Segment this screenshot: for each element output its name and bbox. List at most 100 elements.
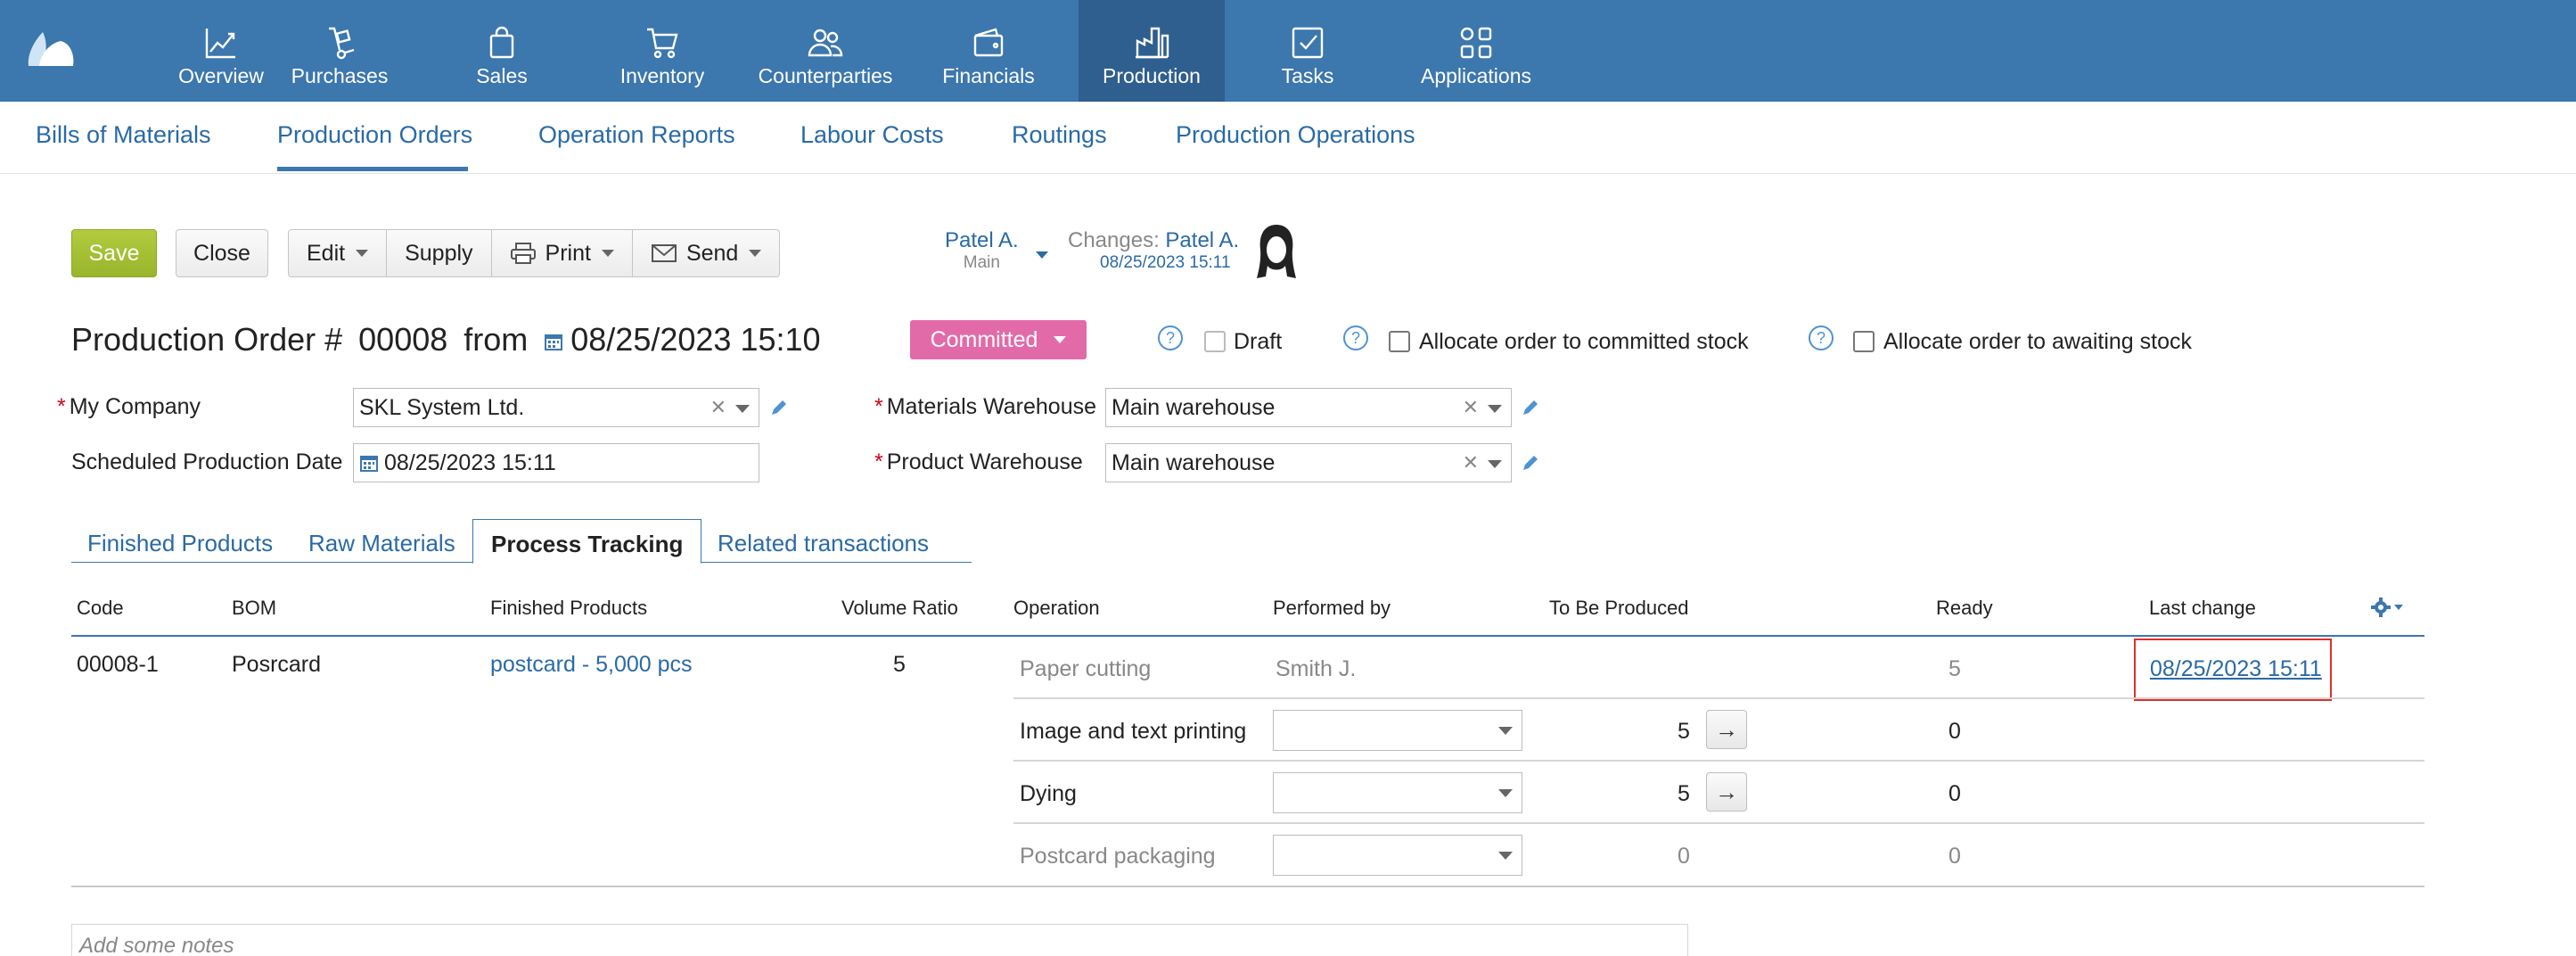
send-label: Send: [685, 240, 739, 266]
chevron-down-icon: [356, 250, 369, 257]
clear-icon[interactable]: ✕: [710, 396, 726, 419]
product-warehouse-select[interactable]: Main warehouse ✕: [1105, 443, 1512, 482]
column-header-finished-products[interactable]: Finished Products: [490, 597, 647, 620]
column-header-ready[interactable]: Ready: [1936, 597, 1993, 620]
edit-button[interactable]: Edit: [289, 230, 388, 276]
title-label: Production Order #: [71, 321, 343, 358]
chevron-down-icon[interactable]: [1488, 405, 1502, 413]
subnav-production-operations[interactable]: Production Operations: [1176, 121, 1415, 149]
subnav-labour-costs[interactable]: Labour Costs: [800, 121, 944, 149]
status-dropdown[interactable]: Committed: [910, 320, 1087, 359]
user-department: Main: [963, 253, 1000, 272]
chevron-down-icon[interactable]: [735, 405, 750, 413]
help-icon[interactable]: ?: [1158, 326, 1183, 350]
column-header-performed-by[interactable]: Performed by: [1273, 597, 1391, 620]
send-button[interactable]: Send: [633, 230, 779, 276]
pencil-icon[interactable]: [1521, 453, 1540, 473]
allocate-committed-checkbox[interactable]: [1389, 331, 1410, 352]
calendar-icon[interactable]: [359, 453, 379, 473]
tab-process-tracking[interactable]: Process Tracking: [472, 519, 702, 564]
allocate-awaiting-label: Allocate order to awaiting stock: [1883, 329, 2193, 354]
changes-user[interactable]: Patel A.: [1165, 228, 1239, 252]
cart-icon: [647, 28, 678, 59]
column-header-bom[interactable]: BOM: [232, 597, 276, 620]
order-number[interactable]: 00008: [358, 321, 447, 358]
nav-purchases[interactable]: Purchases: [285, 0, 394, 102]
nav-sales[interactable]: Sales: [446, 0, 558, 102]
performer-select[interactable]: [1273, 772, 1522, 813]
subnav-routings[interactable]: Routings: [1012, 121, 1107, 149]
pencil-icon[interactable]: [1521, 398, 1540, 417]
order-date[interactable]: 08/25/2023 15:10: [570, 321, 820, 358]
nav-tasks[interactable]: Tasks: [1251, 0, 1364, 102]
materials-warehouse-select[interactable]: Main warehouse ✕: [1105, 388, 1512, 427]
from-label: from: [464, 321, 529, 358]
column-header-code[interactable]: Code: [77, 597, 124, 620]
responsible-user[interactable]: Patel A. Main: [945, 228, 1019, 273]
column-header-last-change[interactable]: Last change: [2149, 597, 2256, 620]
notes-input[interactable]: Add some notes: [71, 924, 1688, 956]
performer-select[interactable]: [1273, 835, 1522, 876]
subnav-bills-of-materials[interactable]: Bills of Materials: [36, 121, 211, 149]
action-button-group: Edit Supply Print Send: [288, 229, 781, 277]
company-label: * My Company: [57, 394, 201, 419]
clear-icon[interactable]: ✕: [1463, 451, 1479, 474]
page-title: Production Order # 00008 from 08/25/2023 15…: [71, 321, 821, 358]
order-bom: Posrcard: [232, 652, 322, 677]
changes-info: Changes: Patel A. 08/25/2023 15:11: [1068, 228, 1239, 273]
column-header-volume-ratio[interactable]: Volume Ratio: [841, 597, 958, 620]
subnav-production-orders[interactable]: Production Orders: [277, 121, 472, 149]
draft-checkbox[interactable]: [1204, 331, 1226, 352]
calendar-icon[interactable]: [544, 332, 563, 351]
app-logo-icon[interactable]: [25, 27, 77, 70]
transfer-arrow-button[interactable]: →: [1706, 772, 1747, 812]
close-button[interactable]: Close: [176, 229, 268, 277]
nav-applications[interactable]: Applications: [1405, 0, 1547, 102]
nav-financials[interactable]: Financials: [932, 0, 1045, 102]
nav-overview[interactable]: Overview: [134, 0, 308, 102]
last-change-link[interactable]: 08/25/2023 15:11: [2150, 656, 2322, 682]
nav-production[interactable]: Production: [1079, 0, 1225, 102]
help-icon[interactable]: ?: [1343, 326, 1368, 350]
changes-prefix: Changes:: [1068, 228, 1160, 252]
operation-to-produce: 5: [1678, 719, 1690, 744]
nav-counterparties[interactable]: Counterparties: [758, 0, 893, 102]
transfer-arrow-button[interactable]: →: [1706, 710, 1747, 749]
chevron-down-icon: [1498, 727, 1513, 735]
materials-warehouse-value: Main warehouse: [1112, 394, 1276, 420]
tab-related-transactions[interactable]: Related transactions: [718, 526, 929, 563]
print-button[interactable]: Print: [492, 230, 633, 276]
user-name: Patel A.: [945, 228, 1019, 252]
help-icon[interactable]: ?: [1809, 326, 1834, 350]
company-select[interactable]: SKL System Ltd. ✕: [353, 388, 759, 427]
nav-inventory[interactable]: Inventory: [606, 0, 718, 102]
table-bottom-border: [71, 886, 2424, 887]
tab-finished-products[interactable]: Finished Products: [87, 526, 273, 563]
save-button[interactable]: Save: [71, 229, 157, 277]
gear-icon[interactable]: [2371, 598, 2405, 617]
chevron-down-icon[interactable]: [1488, 460, 1502, 468]
active-subnav-indicator: [277, 167, 468, 171]
row-divider: [1013, 760, 2424, 762]
operation-ready: 0: [1948, 781, 1961, 806]
factory-icon: [1136, 27, 1169, 59]
operation-name: Postcard packaging: [1020, 844, 1216, 869]
scheduled-date-input[interactable]: 08/25/2023 15:11: [353, 443, 759, 482]
subnav-operation-reports[interactable]: Operation Reports: [538, 121, 735, 149]
user-chevron-down-icon[interactable]: [1036, 251, 1048, 259]
envelope-icon: [651, 244, 677, 262]
column-header-operation[interactable]: Operation: [1013, 597, 1100, 620]
column-header-to-be-produced[interactable]: To Be Produced: [1549, 597, 1689, 620]
allocate-awaiting-checkbox[interactable]: [1853, 331, 1875, 352]
operation-performer: Smith J.: [1276, 656, 1357, 681]
clear-icon[interactable]: ✕: [1463, 396, 1479, 419]
pencil-icon[interactable]: [769, 398, 789, 417]
operation-name: Paper cutting: [1020, 656, 1152, 681]
chevron-down-icon: [749, 250, 762, 257]
order-finished-products-link[interactable]: postcard - 5,000 pcs: [490, 652, 693, 678]
tab-raw-materials[interactable]: Raw Materials: [308, 526, 455, 563]
performer-select[interactable]: [1273, 710, 1522, 751]
arrow-right-icon: →: [1715, 715, 1738, 743]
supply-button[interactable]: Supply: [387, 230, 492, 276]
company-value: SKL System Ltd.: [359, 394, 525, 420]
